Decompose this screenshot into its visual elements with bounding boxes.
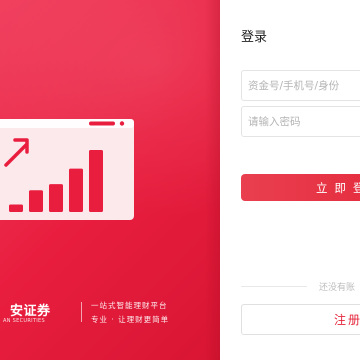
no-account-row: 还没有账 — [241, 279, 360, 293]
growth-chart-illustration — [0, 119, 134, 220]
chart-card-header-dot — [119, 121, 125, 126]
brand-name: 安证券 — [10, 304, 51, 319]
chart-bar — [9, 204, 23, 212]
slogan-line-1: 一站式智能理财平台 — [91, 301, 168, 310]
brand-divider — [81, 302, 82, 322]
chart-bar — [69, 168, 83, 212]
register-button[interactable]: 注册 — [241, 304, 360, 335]
login-title: 登录 — [241, 30, 268, 45]
chart-bar — [29, 190, 43, 212]
brand-name-en: AN SECURITIES — [3, 318, 45, 324]
chart-bar — [89, 150, 103, 212]
slogan-line-2: 专业 · 让理财更简单 — [91, 315, 170, 324]
promo-panel: 安证券 AN SECURITIES 一站式智能理财平台 专业 · 让理财更简单 — [0, 0, 220, 360]
brand-row: 安证券 AN SECURITIES 一站式智能理财平台 专业 · 让理财更简单 — [0, 300, 220, 328]
no-account-text: 还没有账 — [319, 283, 356, 293]
growth-bar-chart-icon — [0, 119, 134, 220]
password-input[interactable] — [241, 106, 360, 137]
login-button[interactable]: 立即登 — [241, 174, 360, 201]
account-input[interactable] — [241, 70, 360, 101]
chart-card-header-pill — [89, 121, 115, 126]
login-panel: 登录 立即登 还没有账 注册 — [220, 0, 360, 360]
chart-bar — [49, 184, 63, 212]
no-account-divider — [241, 286, 307, 287]
